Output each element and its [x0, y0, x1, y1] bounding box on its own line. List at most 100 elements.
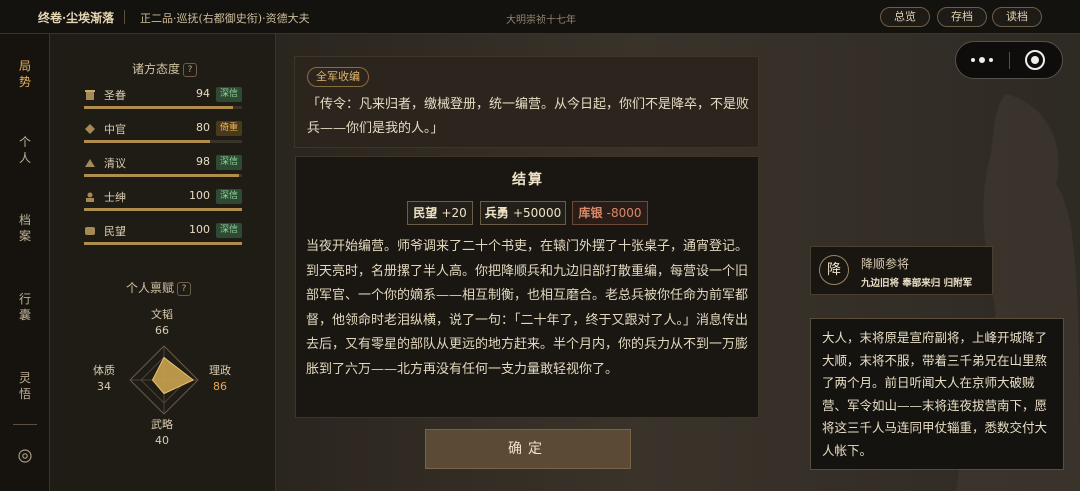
help-icon[interactable]: ? [177, 282, 192, 296]
radar-value: 40 [155, 434, 169, 447]
attitude-bar [84, 242, 242, 245]
attitude-bar-fill [84, 242, 242, 245]
capsule-divider [1009, 52, 1010, 69]
npc-tag: 降 降顺参将 九边旧将 奉部来归 归附军 [810, 246, 993, 295]
attitude-name: 士绅 [104, 191, 126, 204]
npc-speech: 大人，末将原是宣府副将，上峰开城降了大顺，末将不服，带着三千弟兄在山里熬了两个月… [810, 318, 1064, 470]
radar-label: 理政 [209, 364, 231, 377]
attitude-row: 圣眷 94 深信 [78, 86, 244, 114]
radar-value: 86 [213, 380, 227, 393]
rail-item-label: 行 囊 [18, 292, 31, 322]
confirm-button[interactable]: 确定 [425, 429, 631, 469]
traits-heading: 个人禀赋? [126, 279, 192, 296]
top-bar: 终卷·尘埃渐落 正二品·巡抚(右都御史衔)·资德大夫 大明崇祯十七年 总览 存档… [0, 0, 1080, 34]
rail-item-label: 个 人 [18, 135, 31, 165]
radar-value: 66 [155, 324, 169, 337]
mini-program-capsule [955, 41, 1063, 79]
attitude-bar [84, 174, 242, 177]
attitude-bar-fill [84, 208, 242, 211]
player-rank: 正二品·巡抚(右都御史衔)·资德大夫 [140, 12, 310, 25]
attitude-value: 100 [189, 189, 210, 202]
scholar-icon [85, 159, 95, 167]
rail-item-inventory[interactable]: 行 囊 [0, 291, 50, 323]
traits-radar: 文韬 66 理政 86 武略 40 体质 34 [84, 304, 254, 484]
radar-label: 体质 [93, 364, 115, 377]
attitude-name: 清议 [104, 157, 126, 170]
attitude-badge: 深信 [216, 223, 242, 238]
npc-speech-text: 大人，末将原是宣府副将，上峰开城降了大顺，末将不服，带着三千弟兄在山里熬了两个月… [822, 330, 1048, 458]
status-panel: 诸方态度? 圣眷 94 深信 中官 80 倚重 清议 98 深信 士绅 100 … [50, 34, 276, 491]
radar-value: 34 [97, 380, 111, 393]
help-icon[interactable]: ? [183, 63, 198, 77]
radar-label: 文韬 [151, 308, 173, 321]
delta-label: 兵勇 [484, 206, 509, 220]
gentry-icon [86, 192, 94, 202]
main-area: 全军收编 「传令：凡来归者，缴械登册，统一编营。从今日起，你们不是降卒，不是败兵… [276, 34, 1080, 491]
npc-seal-icon: 降 [819, 255, 849, 285]
orders-box: 全军收编 「传令：凡来归者，缴械登册，统一编营。从今日起，你们不是降卒，不是败兵… [294, 56, 759, 148]
attitude-row: 民望 100 深信 [78, 222, 244, 250]
settlement-card: 结算 民望 +20 兵勇 +50000 库银 -8000 当夜开始编营。师爷调来… [295, 156, 759, 418]
attitudes-heading: 诸方态度? [132, 60, 198, 77]
attitude-badge: 深信 [216, 155, 242, 170]
rail-item-archive[interactable]: 档 案 [0, 212, 50, 244]
attitude-bar-fill [84, 140, 211, 143]
attitudes-title: 诸方态度 [132, 62, 181, 76]
attitude-bar-fill [84, 174, 239, 177]
attitude-badge: 倚重 [216, 121, 242, 136]
radar-chart [129, 345, 199, 415]
attitude-bar [84, 140, 242, 143]
rail-item-label: 档 案 [18, 213, 31, 243]
attitude-value: 98 [196, 155, 210, 168]
attitude-name: 民望 [104, 225, 126, 238]
nav-rail: 局 势 个 人 档 案 行 囊 灵 悟 [0, 34, 50, 491]
rail-item-insight[interactable]: 灵 悟 [0, 370, 50, 402]
close-target-icon[interactable] [1024, 49, 1046, 71]
attitude-value: 94 [196, 87, 210, 100]
npc-tags: 九边旧将 奉部来归 归附军 [861, 278, 973, 289]
attitude-bar [84, 208, 242, 211]
orders-text: 「传令：凡来归者，缴械登册，统一编营。从今日起，你们不是降卒，不是败兵——你们是… [307, 97, 750, 136]
radar-label: 武略 [151, 418, 173, 431]
attitude-badge: 深信 [216, 87, 242, 102]
settlement-title: 结算 [512, 172, 544, 188]
era-label: 大明崇祯十七年 [506, 15, 576, 26]
attitude-bar-fill [84, 106, 233, 109]
delta-value: +20 [441, 206, 467, 220]
attitude-badge: 深信 [216, 189, 242, 204]
more-icon[interactable] [966, 52, 998, 68]
people-icon [85, 227, 95, 235]
title-divider [124, 10, 125, 24]
load-button[interactable]: 读档 [992, 7, 1042, 27]
attitude-value: 100 [189, 223, 210, 236]
chapter-title: 终卷·尘埃渐落 [38, 11, 115, 25]
delta-reputation: 民望 +20 [407, 201, 473, 225]
delta-troops: 兵勇 +50000 [480, 201, 566, 225]
overview-button[interactable]: 总览 [880, 7, 930, 27]
delta-value: -8000 [606, 206, 642, 220]
npc-name: 降顺参将 [861, 257, 910, 271]
scroll-icon [85, 90, 95, 100]
attitude-row: 士绅 100 深信 [78, 188, 244, 216]
attitude-bar [84, 106, 242, 109]
attitude-value: 80 [196, 121, 210, 134]
rail-divider [13, 424, 37, 425]
orders-tag: 全军收编 [307, 67, 369, 87]
rail-item-personal[interactable]: 个 人 [0, 134, 50, 166]
rail-item-situation[interactable]: 局 势 [0, 58, 50, 90]
save-button[interactable]: 存档 [937, 7, 987, 27]
traits-title: 个人禀赋 [126, 281, 175, 295]
settings-icon[interactable] [17, 448, 33, 464]
attitude-name: 中官 [104, 123, 126, 136]
settlement-text: 当夜开始编营。师爷调来了二十个书吏，在辕门外摆了十张桌子，通宵登记。到天亮时，名… [306, 239, 749, 377]
rail-item-label: 局 势 [18, 59, 31, 89]
rail-item-label: 灵 悟 [18, 371, 31, 401]
delta-label: 民望 [413, 206, 438, 220]
attitude-name: 圣眷 [104, 89, 126, 102]
eunuch-icon [85, 124, 95, 134]
attitude-row: 中官 80 倚重 [78, 120, 244, 148]
delta-treasury: 库银 -8000 [572, 201, 648, 225]
attitude-row: 清议 98 深信 [78, 154, 244, 182]
delta-value: +50000 [512, 206, 562, 220]
delta-label: 库银 [578, 206, 603, 220]
